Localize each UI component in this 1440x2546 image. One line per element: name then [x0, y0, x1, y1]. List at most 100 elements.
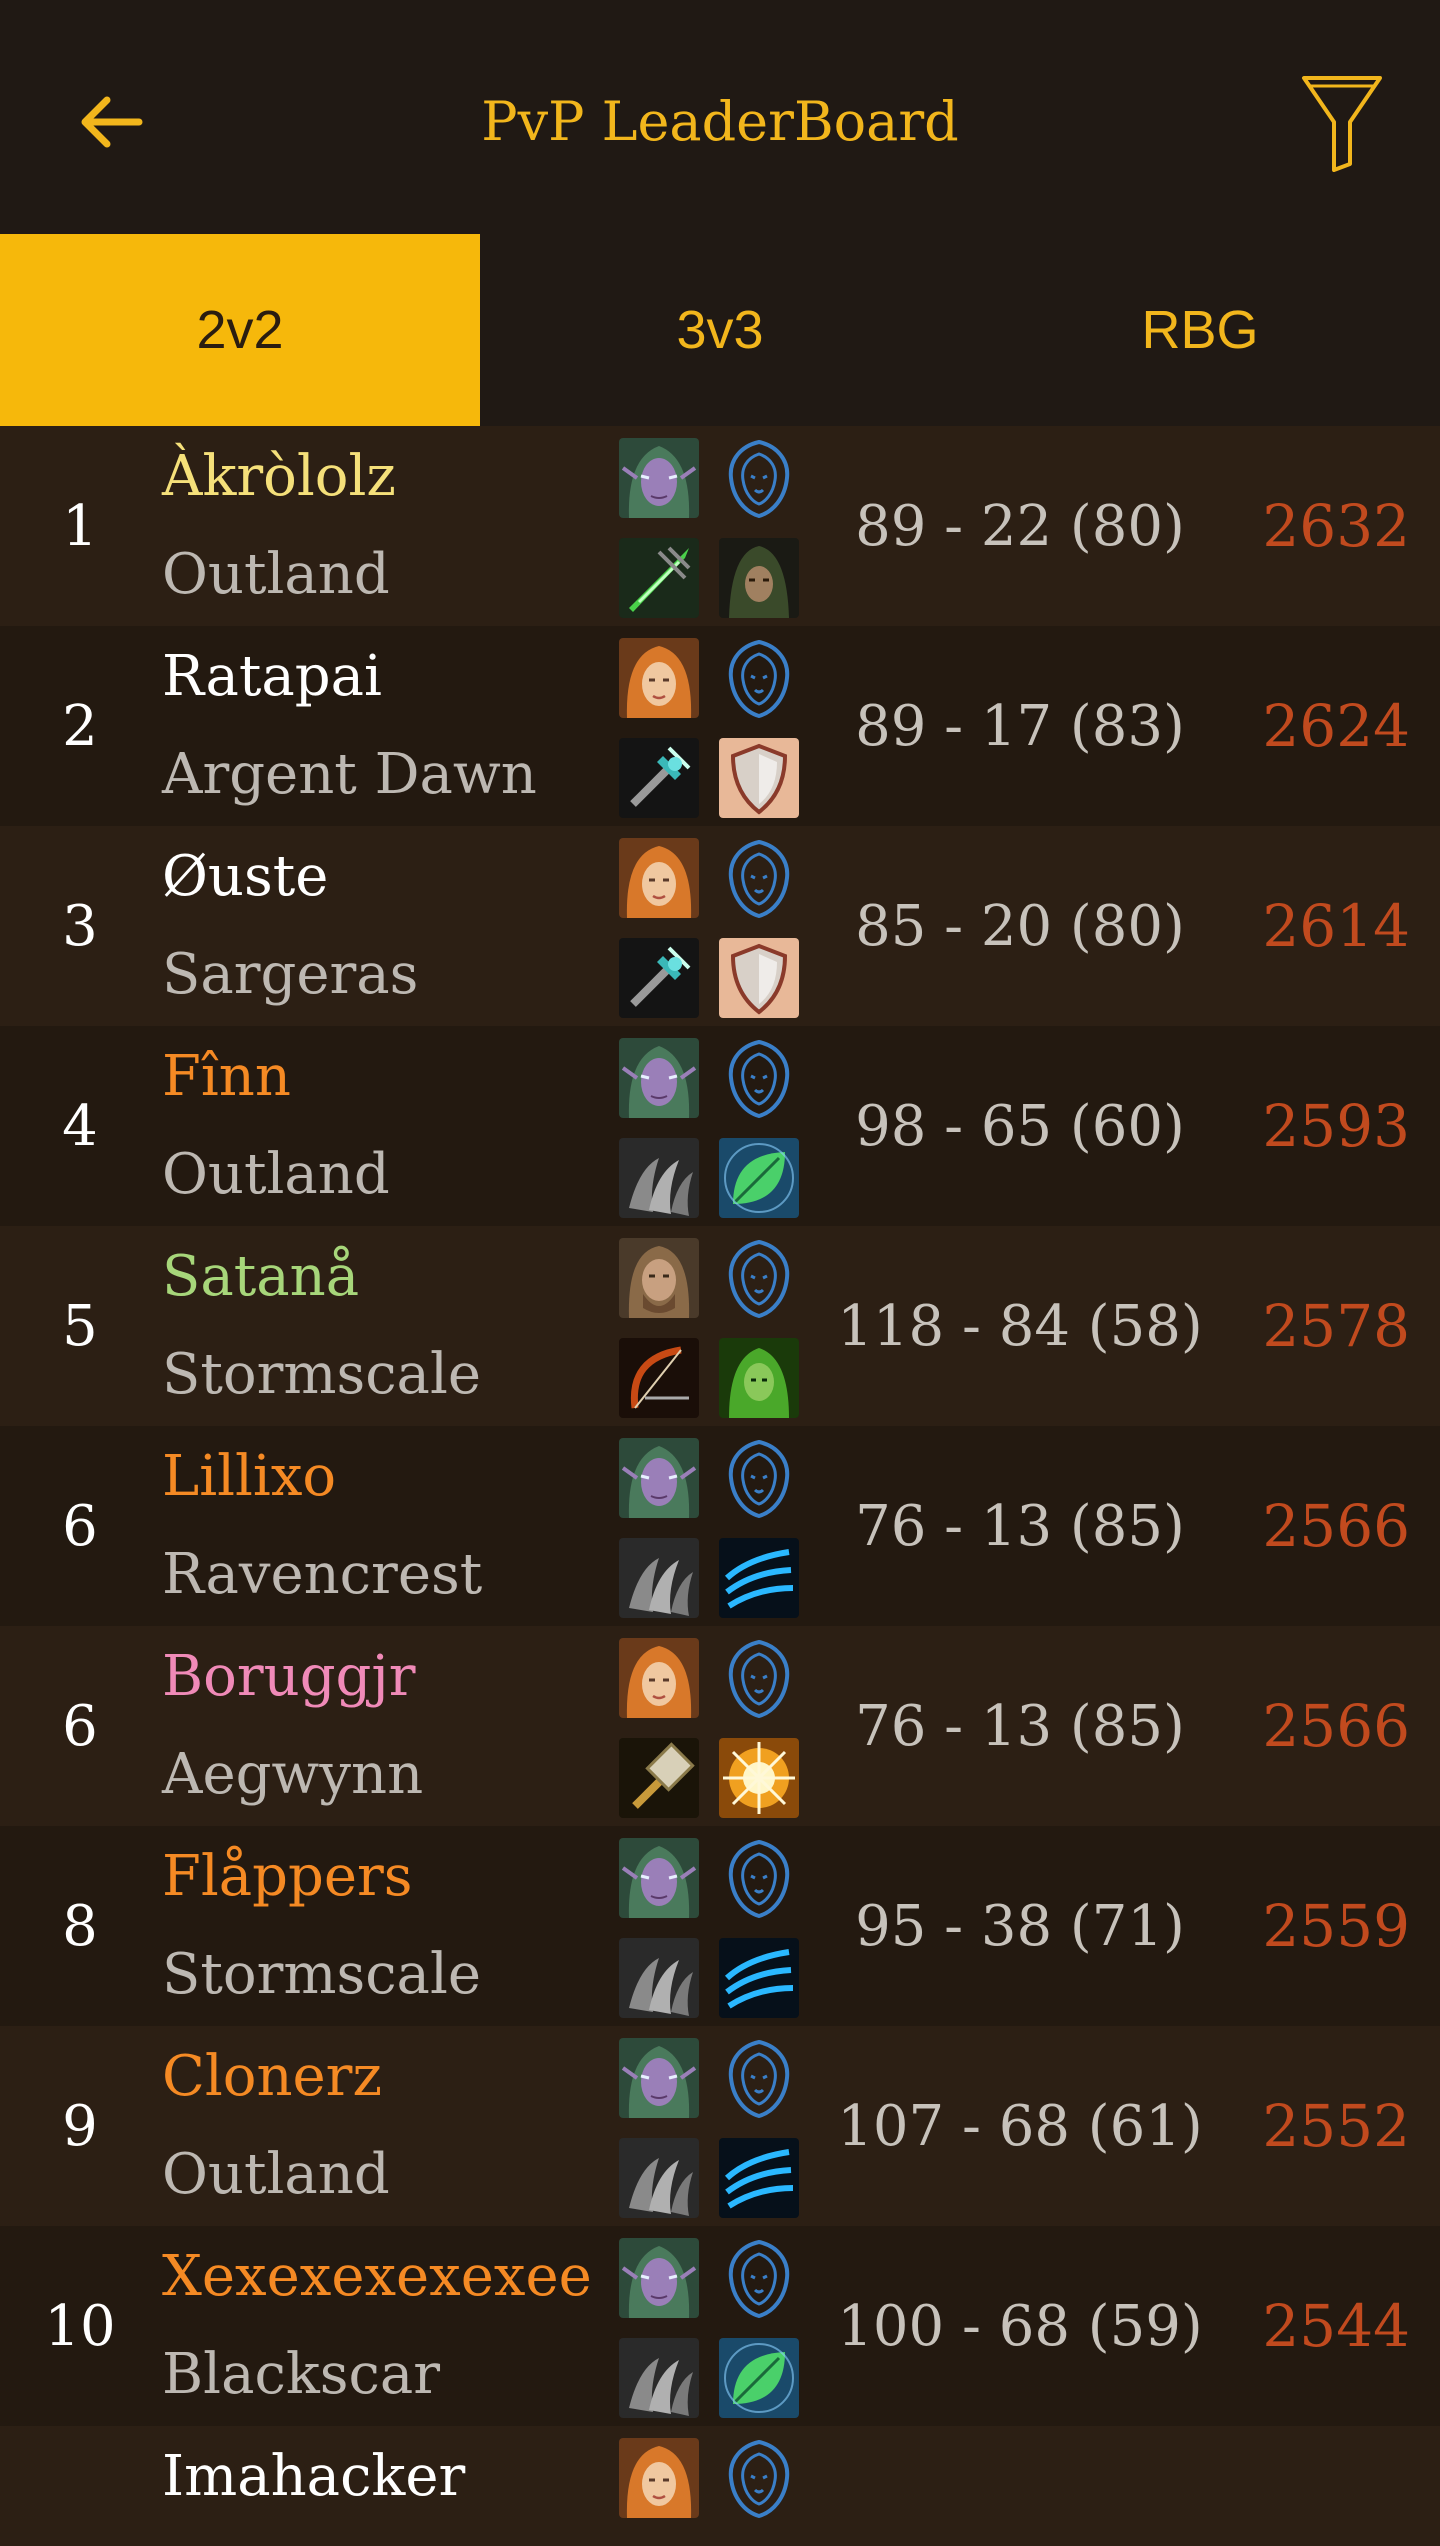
night-elf-female-portrait-icon — [619, 1038, 699, 1118]
green-leaf-icon — [719, 1138, 799, 1218]
rank-number: 8 — [62, 1893, 98, 1959]
leaderboard-row[interactable]: 8 Flåppers Stormscale 95 - 38 (71) 2559 — [0, 1826, 1440, 2026]
player-name: Àkròlolz — [162, 444, 396, 509]
realm-name: Argent Dawn — [162, 742, 537, 807]
filter-icon — [1302, 76, 1382, 172]
leaderboard-list: 1 Àkròlolz Outland 89 - 22 (80) 2632 2 Ratapai… — [0, 426, 1440, 2546]
leaderboard-row[interactable]: 6 Boruggjr Aegwynn 76 - 13 (85) 2566 — [0, 1626, 1440, 1826]
leaderboard-row[interactable]: 10 Xexexexexexee Blackscar 100 - 68 (59) 254… — [0, 2226, 1440, 2426]
rating-value: 2566 — [1262, 1692, 1410, 1760]
player-name: Øuste — [162, 844, 329, 909]
night-elf-female-portrait-icon — [619, 2238, 699, 2318]
realm-name: Outland — [162, 2142, 390, 2207]
holy-mace-icon — [619, 938, 699, 1018]
filter-button[interactable] — [1296, 70, 1388, 174]
rank-number: 6 — [62, 1493, 98, 1559]
dryad-icon — [719, 1338, 799, 1418]
feral-claw-icon — [719, 1538, 799, 1618]
feral-claw-icon — [719, 1938, 799, 2018]
realm-name: Stormscale — [162, 1342, 481, 1407]
player-name: Satanå — [162, 1244, 360, 1309]
night-elf-female-portrait-icon — [619, 438, 699, 518]
rating-value: 2593 — [1262, 1092, 1410, 1160]
bear-claw-icon — [619, 1538, 699, 1618]
leaderboard-row[interactable]: 4 Fînn Outland 98 - 65 (60) 2593 — [0, 1026, 1440, 1226]
alliance-lion-icon — [719, 2238, 799, 2318]
shield-icon — [719, 738, 799, 818]
player-name: Ratapai — [162, 644, 382, 709]
bear-claw-icon — [619, 1138, 699, 1218]
human-female-portrait-icon — [619, 638, 699, 718]
realm-name: Sargeras — [162, 942, 419, 1007]
rank-number: 4 — [62, 1093, 98, 1159]
bear-claw-icon — [619, 1938, 699, 2018]
win-loss-record: 85 - 20 (80) — [855, 893, 1185, 959]
alliance-lion-icon — [719, 1638, 799, 1718]
feral-claw-icon — [719, 2138, 799, 2218]
bear-claw-icon — [619, 2138, 699, 2218]
hammer-icon — [619, 1738, 699, 1818]
alliance-lion-icon — [719, 438, 799, 518]
rank-number: 6 — [62, 1693, 98, 1759]
realm-name: Outland — [162, 1142, 390, 1207]
rating-value: 2544 — [1262, 2292, 1410, 2360]
player-name: Flåppers — [162, 1844, 413, 1909]
alliance-lion-icon — [719, 1038, 799, 1118]
night-elf-female-portrait-icon — [619, 2038, 699, 2118]
tab-rbg[interactable]: RBG — [960, 234, 1440, 426]
leaderboard-row[interactable]: 3 Øuste Sargeras 85 - 20 (80) 2614 — [0, 826, 1440, 1026]
player-name: Imahacker — [162, 2444, 466, 2509]
green-leaf-icon — [719, 2338, 799, 2418]
page-title: PvP LeaderBoard — [481, 90, 959, 153]
human-female-portrait-icon — [619, 1638, 699, 1718]
win-loss-record: 107 - 68 (61) — [837, 2093, 1203, 2159]
tab-2v2[interactable]: 2v2 — [0, 234, 480, 426]
human-male-portrait-icon — [619, 1238, 699, 1318]
rating-value: 2566 — [1262, 1492, 1410, 1560]
alliance-lion-icon — [719, 838, 799, 918]
alliance-lion-icon — [719, 1238, 799, 1318]
win-loss-record: 76 - 13 (85) — [855, 1493, 1185, 1559]
rank-number: 5 — [62, 1293, 98, 1359]
realm-name: Stormscale — [162, 1942, 481, 2007]
alliance-lion-icon — [719, 1438, 799, 1518]
alliance-lion-icon — [719, 2438, 799, 2518]
human-female-portrait-icon — [619, 838, 699, 918]
leaderboard-row[interactable]: 2 Ratapai Argent Dawn 89 - 17 (83) 2624 — [0, 626, 1440, 826]
rating-value: 2559 — [1262, 1892, 1410, 1960]
leaderboard-row[interactable]: 1 Àkròlolz Outland 89 - 22 (80) 2632 — [0, 426, 1440, 626]
leaderboard-row[interactable]: 6 Lillixo Ravencrest 76 - 13 (85) 2566 — [0, 1426, 1440, 1626]
win-loss-record: 100 - 68 (59) — [837, 2293, 1203, 2359]
player-name: Boruggjr — [162, 1644, 416, 1709]
alliance-lion-icon — [719, 2038, 799, 2118]
rating-value: 2624 — [1262, 692, 1410, 760]
human-female-portrait-icon — [619, 2438, 699, 2518]
rank-number: 3 — [62, 893, 98, 959]
leaderboard-row[interactable]: Imahacker — [0, 2426, 1440, 2546]
holy-mace-icon — [619, 738, 699, 818]
rank-number: 2 — [62, 693, 98, 759]
rank-number: 1 — [62, 493, 98, 559]
win-loss-record: 89 - 22 (80) — [855, 493, 1185, 559]
bear-claw-icon — [619, 2338, 699, 2418]
realm-name: Ravencrest — [162, 1542, 483, 1607]
leaderboard-row[interactable]: 5 Satanå Stormscale 118 - 84 (58) 2578 — [0, 1226, 1440, 1426]
night-elf-female-portrait-icon — [619, 1438, 699, 1518]
rating-value: 2578 — [1262, 1292, 1410, 1360]
assassination-dagger-icon — [619, 538, 699, 618]
leaderboard-row[interactable]: 9 Clonerz Outland 107 - 68 (61) 2552 — [0, 2026, 1440, 2226]
app-header: PvP LeaderBoard — [0, 0, 1440, 234]
bow-icon — [619, 1338, 699, 1418]
tab-3v3[interactable]: 3v3 — [480, 234, 960, 426]
win-loss-record: 95 - 38 (71) — [855, 1893, 1185, 1959]
alliance-lion-icon — [719, 638, 799, 718]
rating-value: 2614 — [1262, 892, 1410, 960]
hooded-rogue-icon — [719, 538, 799, 618]
holy-light-icon — [719, 1738, 799, 1818]
night-elf-female-portrait-icon — [619, 1838, 699, 1918]
realm-name: Outland — [162, 542, 390, 607]
bracket-tabs: 2v2 3v3 RBG — [0, 234, 1440, 426]
rating-value: 2632 — [1262, 492, 1410, 560]
win-loss-record: 98 - 65 (60) — [855, 1093, 1185, 1159]
shield-icon — [719, 938, 799, 1018]
